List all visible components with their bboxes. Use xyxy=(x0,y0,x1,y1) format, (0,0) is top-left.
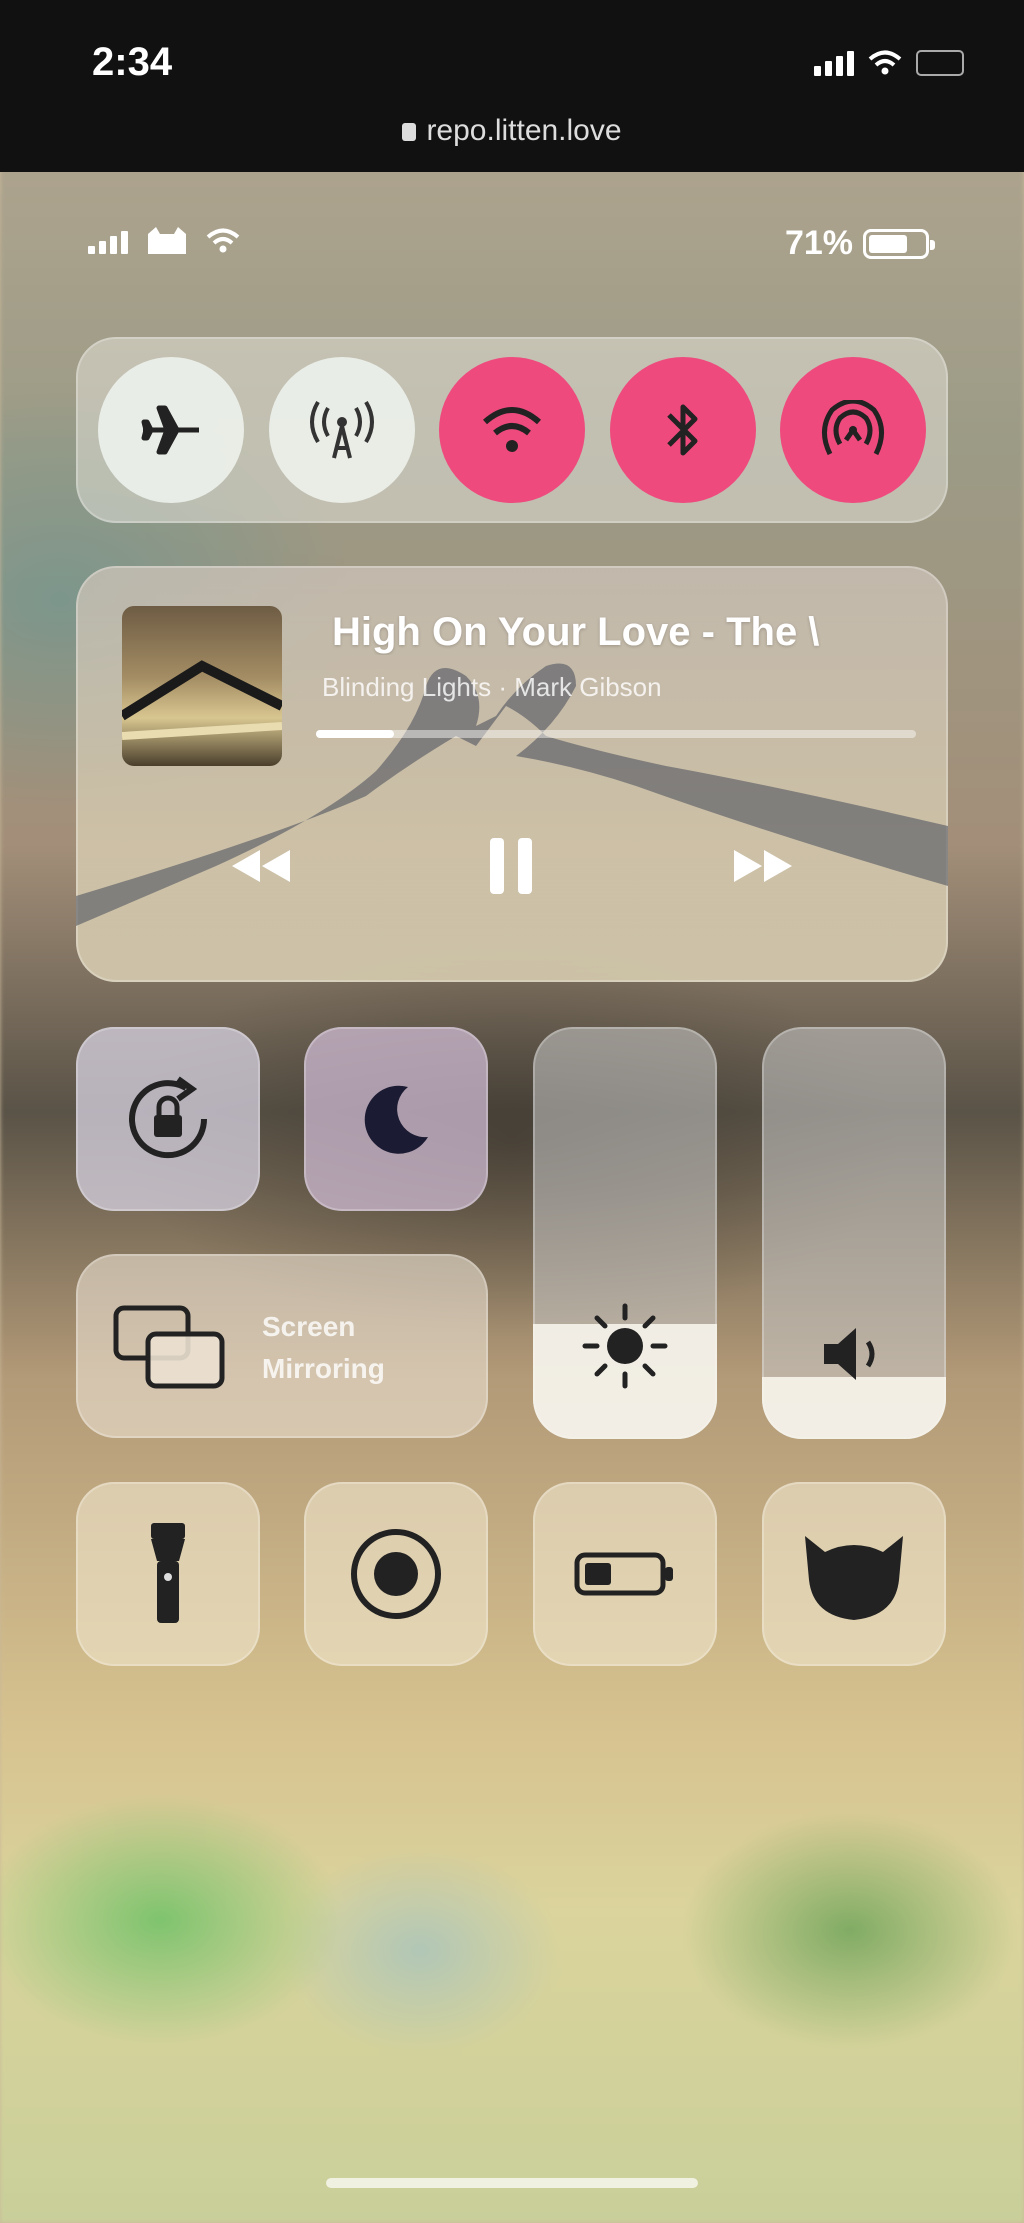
volume-slider[interactable] xyxy=(762,1027,946,1439)
battery-icon xyxy=(916,50,964,76)
media-player-module: High On Your Love - The \ Blinding Light… xyxy=(76,566,948,982)
airdrop-button[interactable] xyxy=(780,357,926,503)
custom-app-button[interactable] xyxy=(762,1482,946,1666)
cellular-data-button[interactable] xyxy=(269,357,415,503)
rotation-lock-icon xyxy=(129,1076,208,1159)
low-power-mode-button[interactable] xyxy=(533,1482,717,1666)
rotation-lock-toggle[interactable] xyxy=(76,1027,260,1211)
carrier-cat-icon xyxy=(148,227,186,254)
connectivity-module xyxy=(76,337,948,523)
lock-icon xyxy=(402,123,417,142)
sun-icon xyxy=(582,1303,668,1389)
brightness-slider[interactable] xyxy=(533,1027,717,1439)
screen-mirroring-button[interactable]: Screen Mirroring xyxy=(76,1254,488,1438)
clock: 2:34 xyxy=(92,40,173,84)
status-bar: 71% xyxy=(0,210,1024,270)
system-status-icons xyxy=(814,50,964,76)
signal-icon xyxy=(814,50,854,76)
antenna-icon xyxy=(310,400,374,459)
fast-forward-icon[interactable] xyxy=(730,846,796,886)
album-art-image xyxy=(122,660,282,740)
airdrop-icon xyxy=(822,400,884,456)
wifi-icon xyxy=(868,50,902,75)
battery-icon xyxy=(863,228,935,259)
cat-app-icon xyxy=(805,1536,903,1620)
battery-percent: 71% xyxy=(784,224,853,262)
screen-record-icon xyxy=(351,1529,441,1619)
url-text: repo.litten.love xyxy=(426,114,622,147)
do-not-disturb-toggle[interactable] xyxy=(304,1027,488,1211)
browser-top-bar: 2:34 repo.litten.love xyxy=(0,0,1024,172)
flashlight-button[interactable] xyxy=(76,1482,260,1666)
speaker-icon xyxy=(824,1328,875,1380)
album-art[interactable] xyxy=(122,606,282,766)
url-bar[interactable]: repo.litten.love xyxy=(0,114,1024,148)
wifi-button[interactable] xyxy=(439,357,585,503)
pause-icon[interactable] xyxy=(486,836,536,896)
wifi-icon xyxy=(206,228,240,253)
moon-icon xyxy=(364,1085,428,1154)
song-title: High On Your Love - The \ xyxy=(332,610,820,654)
flashlight-icon xyxy=(151,1523,185,1623)
airplane-icon xyxy=(141,405,199,455)
screen-mirroring-label: Screen Mirroring xyxy=(262,1306,472,1390)
playback-progress-fill xyxy=(316,730,394,738)
home-indicator[interactable] xyxy=(326,2178,698,2188)
airplane-mode-button[interactable] xyxy=(98,357,244,503)
song-subtitle: Blinding Lights · Mark Gibson xyxy=(322,672,662,702)
screen-record-button[interactable] xyxy=(304,1482,488,1666)
screen-mirroring-label-line2: Mirroring xyxy=(262,1353,385,1384)
playback-progress-bar[interactable] xyxy=(316,730,916,738)
bluetooth-button[interactable] xyxy=(610,357,756,503)
low-power-battery-icon xyxy=(574,1552,673,1596)
wifi-icon xyxy=(483,407,541,452)
screen-mirroring-label-line1: Screen xyxy=(262,1311,356,1342)
bluetooth-icon xyxy=(667,404,698,456)
rewind-icon[interactable] xyxy=(228,846,294,886)
screen-mirroring-icon xyxy=(113,1305,225,1389)
cellular-signal-icon xyxy=(88,231,128,254)
battery-level xyxy=(869,234,908,253)
